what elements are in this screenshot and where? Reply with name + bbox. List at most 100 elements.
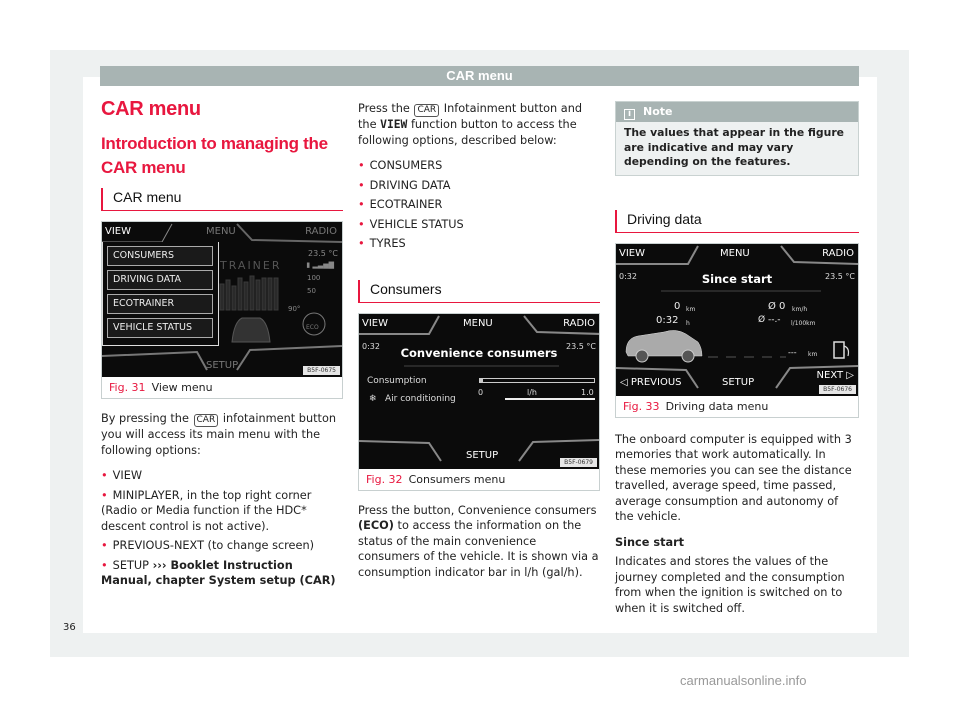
since-start-heading: Since start — [615, 535, 685, 549]
consumers-paragraph: Press the button, Convenience consumers … — [358, 503, 600, 581]
consumers-screen: VIEW MENU RADIO 0:32 23.5 °C Convenience… — [359, 313, 599, 469]
angle: 90° — [288, 305, 301, 313]
list-item-text: SETUP — [112, 558, 149, 572]
consumption-bar — [479, 377, 595, 383]
intro-paragraph: By pressing the CAR infotainment button … — [101, 411, 343, 458]
list-item: • SETUP ››› Booklet Instruction Manual, c… — [101, 558, 336, 588]
tab-view[interactable]: VIEW — [362, 316, 388, 332]
page-number: 36 — [63, 622, 76, 633]
tab-menu[interactable]: MENU — [463, 316, 493, 332]
avg-consumption-unit: l/100km — [791, 319, 816, 327]
info-icon: i — [624, 109, 635, 120]
setup-button[interactable]: SETUP — [466, 448, 498, 464]
car-button-label: CAR — [414, 104, 440, 117]
list-item: • MINIPLAYER, in the top right corner (Ra… — [101, 488, 312, 533]
list-item-text: ECOTRAINER — [369, 198, 443, 211]
column-3: i Note The values that appear in the figu… — [615, 101, 859, 616]
figure-code: B5F-0675 — [303, 366, 340, 375]
menu-item-driving-data[interactable]: DRIVING DATA — [107, 270, 213, 290]
driving-data-screen: VIEW MENU RADIO 0:32 23.5 °C Since start… — [616, 243, 858, 396]
range-value: --- — [788, 347, 797, 357]
air-conditioning-bar — [505, 397, 595, 400]
list-item-text: DRIVING DATA — [369, 178, 451, 192]
tab-radio[interactable]: RADIO — [563, 316, 595, 332]
figure-caption: Fig. 31 View menu — [102, 377, 342, 398]
list-item-text: TYRES — [369, 237, 406, 250]
figure-number: Fig. 31 — [109, 381, 146, 394]
list-item-text: PREVIOUS-NEXT (to change screen) — [112, 539, 315, 552]
screen-title: Convenience consumers — [400, 345, 558, 360]
list-item: • CONSUMERS — [358, 159, 443, 172]
menu-item-vehicle-status[interactable]: VEHICLE STATUS — [107, 318, 213, 338]
setup-button[interactable]: SETUP — [206, 358, 238, 374]
tab-radio[interactable]: RADIO — [822, 246, 854, 262]
onboard-computer-paragraph: The onboard computer is equipped with 3 … — [615, 432, 852, 524]
list-item: • TYRES — [358, 237, 406, 250]
intro-paragraph: Press the CAR Infotainment button and th… — [358, 101, 600, 148]
note-box: i Note The values that appear in the figu… — [615, 101, 859, 176]
watermark[interactable]: carmanualsonline.info — [680, 673, 806, 688]
column-2: Press the CAR Infotainment button and th… — [358, 101, 600, 580]
menu-item-ecotrainer[interactable]: ECOTRAINER — [107, 294, 213, 314]
eco-button-label: (ECO) — [358, 519, 394, 532]
column-1: CAR menu Introduction to managing the CA… — [101, 96, 343, 589]
figure-33: VIEW MENU RADIO 0:32 23.5 °C Since start… — [615, 242, 859, 418]
scale-min: 0 — [478, 387, 484, 397]
air-conditioning-label: Air conditioning — [385, 393, 456, 404]
figure-31: VIEW MENU RADIO TRAINER 23.5 °C ▮ ▂▃▅▇ 1… — [101, 221, 343, 399]
duration-unit: h — [686, 319, 690, 327]
list-item-text: VIEW — [112, 469, 143, 482]
figure-caption-text: Driving data menu — [665, 399, 769, 413]
intro-text-1: By pressing the — [101, 412, 189, 425]
list-item: • ECOTRAINER — [358, 198, 443, 211]
para-text-1: Press the button, Convenience consumers — [358, 503, 597, 517]
since-start-paragraph: Indicates and stores the values of the j… — [615, 555, 845, 615]
page-header: CAR menu — [100, 66, 859, 86]
list-item: • DRIVING DATA — [358, 178, 451, 192]
figure-caption-text: Consumers menu — [408, 472, 506, 486]
para-text-2: to access the information on the status … — [358, 519, 599, 579]
chapter-title: CAR menu — [101, 98, 201, 120]
section-heading: Consumers — [358, 279, 600, 303]
list-item-text: VEHICLE STATUS — [369, 217, 464, 231]
car-button-label: CAR — [193, 414, 219, 427]
intro-text-1: Press the — [358, 102, 410, 115]
figure-code: B5F-0679 — [560, 457, 597, 467]
section-heading: Driving data — [615, 209, 859, 233]
figure-32: VIEW MENU RADIO 0:32 23.5 °C Convenience… — [358, 312, 600, 491]
screen-title: Since start — [701, 271, 773, 286]
note-header: i Note — [616, 102, 858, 122]
tab-menu[interactable]: MENU — [206, 224, 236, 240]
duration-value: 0:32 — [656, 314, 679, 326]
list-item: • VIEW — [101, 469, 143, 482]
setup-button[interactable]: SETUP — [722, 375, 754, 391]
view-keyword: VIEW — [380, 118, 408, 131]
snowflake-icon: ❄ — [369, 393, 377, 404]
tab-view[interactable]: VIEW — [105, 224, 131, 240]
list-item-text: CONSUMERS — [369, 159, 443, 172]
tab-menu[interactable]: MENU — [720, 246, 750, 262]
avg-consumption-value: Ø --.- — [758, 314, 781, 325]
tab-radio[interactable]: RADIO — [305, 224, 337, 240]
figure-caption: Fig. 33 Driving data menu — [616, 396, 858, 417]
figure-caption-text: View menu — [151, 381, 213, 394]
tab-view[interactable]: VIEW — [619, 246, 645, 262]
figure-caption: Fig. 32 Consumers menu — [359, 469, 599, 490]
list-item: • PREVIOUS-NEXT (to change screen) — [101, 539, 315, 552]
view-dropdown: CONSUMERS DRIVING DATA ECOTRAINER VEHICL… — [102, 242, 219, 346]
figure-code: B5F-0676 — [819, 384, 856, 394]
list-item: • VEHICLE STATUS — [358, 217, 464, 231]
range-unit: km — [808, 350, 818, 358]
consumption-label: Consumption — [367, 375, 427, 386]
view-menu-screen: VIEW MENU RADIO TRAINER 23.5 °C ▮ ▂▃▅▇ 1… — [102, 222, 342, 377]
previous-button[interactable]: ◁ PREVIOUS — [620, 375, 682, 391]
list-item-text: MINIPLAYER, in the top right corner (Rad… — [101, 488, 312, 533]
note-text: The values that appear in the figure are… — [624, 126, 844, 168]
bg-label: TRAINER — [220, 259, 282, 272]
eco-badge[interactable]: ECO — [306, 320, 319, 336]
section-heading: CAR menu — [101, 188, 343, 211]
next-button[interactable]: NEXT ▷ — [817, 368, 854, 384]
scale-50: 50 — [307, 287, 316, 295]
menu-item-consumers[interactable]: CONSUMERS — [107, 246, 213, 266]
consumption-bar-fill — [480, 378, 483, 382]
